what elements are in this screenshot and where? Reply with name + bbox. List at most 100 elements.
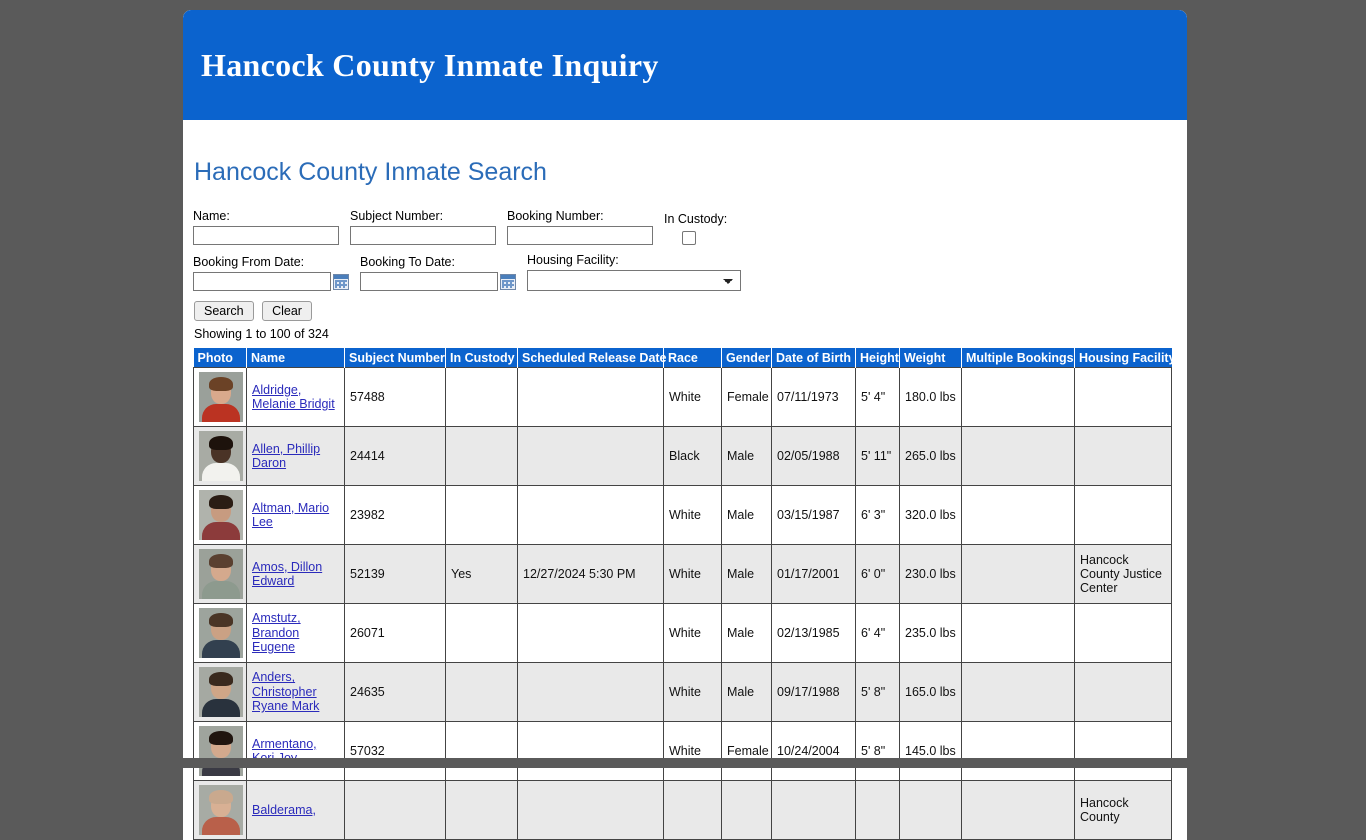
mugshot-image[interactable] — [199, 490, 243, 540]
inmate-name-link[interactable]: Amos, Dillon Edward — [252, 560, 322, 589]
page-card: Hancock County Inmate Inquiry Hancock Co… — [183, 10, 1187, 840]
cell-height: 6' 3" — [855, 485, 900, 545]
inmate-name-cell[interactable]: Armentano, Kori Joy — [246, 721, 345, 781]
column-header-height[interactable]: Height — [855, 348, 900, 368]
mugshot-image[interactable] — [199, 549, 243, 599]
calendar-icon[interactable] — [333, 273, 349, 290]
cell-gender: Female — [721, 721, 772, 781]
inmate-name-cell[interactable]: Balderama, — [246, 780, 345, 840]
inmate-name-link[interactable]: Aldridge, Melanie Bridgit — [252, 383, 335, 412]
name-label: Name: — [193, 209, 230, 223]
cell-race: White — [663, 367, 722, 427]
column-header-date-of-birth[interactable]: Date of Birth — [771, 348, 856, 368]
booking-to-input[interactable] — [360, 272, 498, 291]
cell-race: White — [663, 485, 722, 545]
table-row: Altman, Mario Lee 23982 White Male 03/15/198… — [193, 485, 1172, 545]
mugshot-image[interactable] — [199, 608, 243, 658]
inmate-photo-cell[interactable] — [193, 544, 247, 604]
inmate-photo-cell[interactable] — [193, 721, 247, 781]
cell-subject-number: 52139 — [344, 544, 446, 604]
housing-facility-select[interactable] — [527, 270, 741, 291]
table-row: Aldridge, Melanie Bridgit 57488 White Femal… — [193, 367, 1172, 427]
booking-to-date-wrap — [360, 272, 516, 291]
cell-housing-facility — [1074, 367, 1172, 427]
booking-number-input[interactable] — [507, 226, 653, 245]
inmate-name-cell[interactable]: Altman, Mario Lee — [246, 485, 345, 545]
inmate-photo-cell[interactable] — [193, 485, 247, 545]
inmate-name-cell[interactable]: Allen, Phillip Daron — [246, 426, 345, 486]
column-header-scheduled-release-date[interactable]: Scheduled Release Date — [517, 348, 667, 368]
cell-in-custody — [445, 603, 518, 663]
column-header-in-custody[interactable]: In Custody — [445, 348, 518, 368]
table-row: Anders, Christopher Ryane Mark 24635 White… — [193, 662, 1172, 722]
name-input[interactable] — [193, 226, 339, 245]
booking-from-date-wrap — [193, 272, 349, 291]
cell-housing-facility — [1074, 662, 1172, 722]
in-custody-checkbox[interactable] — [682, 231, 696, 245]
inmate-name-link[interactable]: Amstutz, Brandon Eugene — [252, 611, 301, 654]
calendar-icon[interactable] — [500, 273, 516, 290]
cell-scheduled-release-date — [517, 721, 664, 781]
inmate-photo-cell[interactable] — [193, 367, 247, 427]
cell-weight: 145.0 lbs — [899, 721, 962, 781]
cell-subject-number: 23982 — [344, 485, 446, 545]
inmate-photo-cell[interactable] — [193, 603, 247, 663]
cell-scheduled-release-date — [517, 780, 664, 840]
cell-weight: 320.0 lbs — [899, 485, 962, 545]
table-row: Armentano, Kori Joy57032 WhiteFemale10/24… — [193, 721, 1172, 781]
inmate-photo-cell[interactable] — [193, 780, 247, 840]
subject-number-field-group: Subject Number: — [350, 209, 496, 245]
cell-housing-facility — [1074, 721, 1172, 781]
cell-housing-facility: Hancock County Justice Center — [1074, 544, 1172, 604]
cell-in-custody — [445, 426, 518, 486]
booking-to-field-group: Booking To Date: — [360, 255, 516, 291]
inmate-photo-cell[interactable] — [193, 662, 247, 722]
cell-multiple-bookings — [961, 780, 1075, 840]
booking-from-field-group: Booking From Date: — [193, 255, 349, 291]
cell-scheduled-release-date — [517, 485, 664, 545]
mugshot-image[interactable] — [199, 785, 243, 835]
column-header-gender[interactable]: Gender — [721, 348, 772, 368]
cell-gender: Female — [721, 367, 772, 427]
cell-date-of-birth — [771, 780, 856, 840]
cell-gender: Male — [721, 603, 772, 663]
subject-number-input[interactable] — [350, 226, 496, 245]
clear-button[interactable]: Clear — [262, 301, 312, 321]
inmate-name-cell[interactable]: Amstutz, Brandon Eugene — [246, 603, 345, 663]
mugshot-image[interactable] — [199, 726, 243, 776]
cell-race — [663, 780, 722, 840]
inmate-name-cell[interactable]: Aldridge, Melanie Bridgit — [246, 367, 345, 427]
mugshot-image[interactable] — [199, 372, 243, 422]
mugshot-image[interactable] — [199, 431, 243, 481]
column-header-housing-facility[interactable]: Housing Facility — [1074, 348, 1176, 368]
mugshot-image[interactable] — [199, 667, 243, 717]
cell-in-custody: Yes — [445, 544, 518, 604]
cell-weight: 230.0 lbs — [899, 544, 962, 604]
column-header-subject-number[interactable]: Subject Number — [344, 348, 446, 368]
table-row: Amstutz, Brandon Eugene 26071 White Male 02/… — [193, 603, 1172, 663]
cell-subject-number: 57032 — [344, 721, 446, 781]
inmate-name-link[interactable]: Balderama, — [252, 803, 316, 817]
booking-from-input[interactable] — [193, 272, 331, 291]
cell-race: Black — [663, 426, 722, 486]
cell-race: White — [663, 603, 722, 663]
column-header-name[interactable]: Name — [246, 348, 345, 368]
column-header-race[interactable]: Race — [663, 348, 722, 368]
cell-multiple-bookings — [961, 367, 1075, 427]
cell-height: 5' 8" — [855, 662, 900, 722]
cell-scheduled-release-date: 12/27/2024 5:30 PM — [517, 544, 664, 604]
column-header-photo[interactable]: Photo — [193, 348, 247, 368]
inmate-name-cell[interactable]: Anders, Christopher Ryane Mark — [246, 662, 345, 722]
inmate-name-link[interactable]: Allen, Phillip Daron — [252, 442, 320, 471]
column-header-weight[interactable]: Weight — [899, 348, 962, 368]
app-header: Hancock County Inmate Inquiry — [183, 10, 1187, 120]
inmate-name-link[interactable]: Altman, Mario Lee — [252, 501, 329, 530]
table-body: Aldridge, Melanie Bridgit 57488 White Femal… — [193, 367, 1172, 840]
inmate-name-cell[interactable]: Amos, Dillon Edward — [246, 544, 345, 604]
cell-height: 5' 8" — [855, 721, 900, 781]
search-button[interactable]: Search — [194, 301, 254, 321]
inmate-photo-cell[interactable] — [193, 426, 247, 486]
cell-multiple-bookings — [961, 603, 1075, 663]
inmate-name-link[interactable]: Anders, Christopher Ryane Mark — [252, 670, 319, 713]
column-header-multiple-bookings[interactable]: Multiple Bookings — [961, 348, 1075, 368]
